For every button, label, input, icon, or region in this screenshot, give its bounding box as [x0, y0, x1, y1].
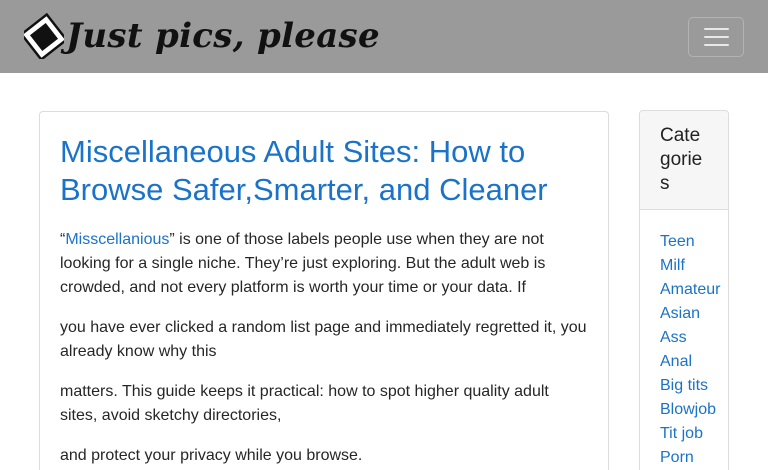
list-item: Tit job: [660, 422, 728, 446]
list-item: Ass: [660, 326, 728, 350]
tilted-photo-frame-icon: [24, 13, 64, 59]
brand-title: Just pics, please: [66, 16, 380, 56]
misscellanious-link[interactable]: Misscellanious: [65, 231, 169, 248]
category-link-ass[interactable]: Ass: [660, 329, 687, 346]
post-paragraph: and protect your privacy while you brows…: [60, 447, 363, 464]
nav-toggle-button[interactable]: [688, 17, 744, 57]
list-item: Big tits: [660, 374, 728, 398]
category-link-blowjob[interactable]: Blowjob: [660, 401, 716, 418]
category-link-porn[interactable]: Porn: [660, 449, 694, 466]
categories-heading: Categories: [660, 125, 703, 194]
category-link-asian[interactable]: Asian: [660, 305, 700, 322]
post-paragraph: matters. This guide keeps it practical: …: [60, 383, 549, 424]
list-item: Blowjob: [660, 398, 728, 422]
post-card: Miscellaneous Adult Sites: How to Browse…: [39, 111, 609, 470]
categories-list: Teen Milf Amateur Asian Ass Anal Big tit…: [640, 210, 728, 470]
list-item: Asian: [660, 302, 728, 326]
brand-link[interactable]: Just pics, please: [24, 12, 380, 60]
category-link-amateur[interactable]: Amateur: [660, 281, 720, 298]
category-link-anal[interactable]: Anal: [660, 353, 692, 370]
category-link-big-tits[interactable]: Big tits: [660, 377, 708, 394]
list-item: Amateur: [660, 278, 728, 302]
post-paragraph: you have ever clicked a random list page…: [60, 319, 587, 360]
post-title[interactable]: Miscellaneous Adult Sites: How to Browse…: [60, 133, 588, 209]
category-link-milf[interactable]: Milf: [660, 257, 685, 274]
post-body: “Misscellanious” is one of those labels …: [60, 228, 588, 468]
categories-header: Categories: [640, 111, 728, 210]
category-link-tit-job[interactable]: Tit job: [660, 425, 703, 442]
category-link-teen[interactable]: Teen: [660, 233, 695, 250]
list-item: Teen: [660, 230, 728, 254]
top-navbar: Just pics, please: [0, 0, 768, 73]
list-item: Anal: [660, 350, 728, 374]
list-item: Porn: [660, 446, 728, 470]
list-item: Milf: [660, 254, 728, 278]
post-paragraph: “Misscellanious” is one of those labels …: [60, 231, 546, 296]
categories-card: Categories Teen Milf Amateur Asian Ass A…: [639, 110, 729, 470]
